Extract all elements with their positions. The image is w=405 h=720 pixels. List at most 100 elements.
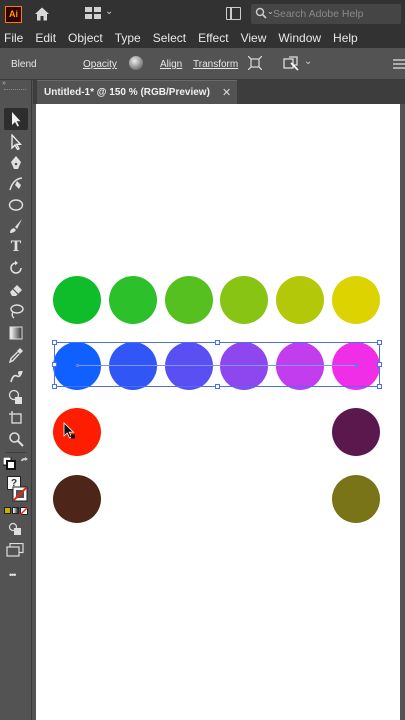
pen-nib-icon [11, 156, 21, 169]
transform-button[interactable]: Transform [193, 59, 238, 70]
paintbrush-icon [10, 219, 22, 233]
panel-grip[interactable] [4, 89, 26, 93]
menu-effect[interactable]: Effect [198, 31, 228, 45]
menu-window[interactable]: Window [278, 31, 321, 45]
toolbar-divider [6, 452, 26, 453]
control-bar: Blend Opacity Align Transform ⌄ [0, 48, 405, 80]
stroke-none-swatch[interactable] [12, 486, 28, 502]
shape-builder-icon[interactable] [283, 55, 299, 71]
bounding-box-handle[interactable] [52, 340, 57, 345]
menu-view[interactable]: View [241, 31, 267, 45]
tools-panel: » T ? ••• [0, 80, 32, 720]
shape-builder-tool[interactable] [4, 386, 28, 408]
bounding-box-handle[interactable] [215, 384, 220, 389]
title-bar: Ai ⌄ ⌄ [0, 0, 405, 28]
eyedropper-tool[interactable] [4, 344, 28, 366]
swap-fill-stroke-icon[interactable] [20, 457, 30, 467]
lasso-tool[interactable] [4, 300, 28, 322]
direct-selection-tool[interactable] [4, 131, 28, 153]
circle-row1-2[interactable] [109, 276, 157, 324]
menu-bar: File Edit Object Type Select Effect View… [0, 28, 405, 48]
curvature-tool[interactable] [4, 173, 28, 195]
menu-edit[interactable]: Edit [35, 31, 56, 45]
blend-anchor-point[interactable] [76, 364, 79, 367]
color-mode-button[interactable] [4, 507, 11, 514]
direct-selection-arrow-icon [11, 134, 22, 150]
recolor-artwork-icon[interactable] [129, 56, 143, 70]
chevron-down-icon[interactable]: ⌄ [105, 6, 113, 17]
circle-row1-1[interactable] [53, 276, 101, 324]
canvas-area[interactable] [33, 104, 405, 720]
ellipse-tool[interactable] [4, 194, 28, 216]
rotate-tool[interactable] [4, 257, 28, 279]
panel-menu-icon[interactable] [393, 58, 405, 70]
artboard[interactable] [36, 104, 400, 720]
blend-spine-path [77, 365, 357, 366]
pen-tool[interactable] [4, 152, 28, 174]
opacity-button[interactable]: Opacity [83, 59, 117, 70]
bounding-box-handle[interactable] [377, 384, 382, 389]
rotate-icon [10, 260, 22, 274]
screen-mode-icon[interactable] [6, 543, 24, 557]
eraser-icon [10, 285, 22, 296]
bounding-box-handle[interactable] [215, 340, 220, 345]
none-mode-button[interactable] [20, 507, 28, 515]
illustrator-window: Ai ⌄ ⌄ File Edit Object Type Select Effe… [0, 0, 405, 720]
circle-row1-6[interactable] [332, 276, 380, 324]
circle-row1-4[interactable] [220, 276, 268, 324]
draw-mode-icon[interactable] [8, 522, 22, 536]
home-icon[interactable] [33, 5, 51, 23]
zoom-tool[interactable] [4, 428, 28, 450]
document-tab-title: Untitled-1* @ 150 % (RGB/Preview) [44, 87, 210, 98]
selection-cursor-icon [63, 422, 75, 439]
app-logo: Ai [5, 6, 22, 23]
menu-help[interactable]: Help [333, 31, 358, 45]
menu-object[interactable]: Object [68, 31, 103, 45]
default-fill-stroke-icon[interactable] [3, 457, 16, 470]
search-help-box[interactable]: ⌄ [251, 4, 401, 24]
circle-row1-3[interactable] [165, 276, 213, 324]
type-t-icon: T [10, 239, 22, 255]
gradient-mode-button[interactable] [12, 507, 19, 514]
gradient-icon [9, 326, 23, 340]
arrange-documents-icon[interactable] [226, 7, 241, 20]
circle-row3-right[interactable] [332, 408, 380, 456]
edit-toolbar-more-icon[interactable]: ••• [9, 570, 17, 580]
paintbrush-tool[interactable] [4, 215, 28, 237]
chevron-down-icon[interactable]: ⌄ [304, 56, 312, 67]
bounding-box-handle[interactable] [52, 384, 57, 389]
circle-row4-right[interactable] [332, 475, 380, 523]
search-input[interactable] [273, 7, 398, 21]
zoom-magnifier-icon [9, 432, 24, 447]
menu-select[interactable]: Select [153, 31, 186, 45]
circle-row4-left[interactable] [53, 475, 101, 523]
isolate-group-icon[interactable] [248, 56, 262, 70]
bounding-box-handle[interactable] [52, 362, 57, 367]
bounding-box-handle[interactable] [377, 340, 382, 345]
bounding-box-handle[interactable] [377, 362, 382, 367]
blend-anchor-point[interactable] [355, 364, 358, 367]
menu-type[interactable]: Type [115, 31, 141, 45]
align-button[interactable]: Align [160, 59, 182, 70]
selection-tool[interactable] [4, 108, 28, 130]
puppet-warp-tool[interactable] [4, 365, 28, 387]
shape-builder-tool-icon [8, 389, 22, 404]
puppet-warp-icon [10, 370, 23, 383]
close-icon[interactable]: ✕ [222, 86, 231, 99]
lasso-icon [10, 304, 24, 319]
artboard-icon [9, 411, 22, 424]
artboard-tool[interactable] [4, 407, 28, 429]
collapse-panel-icon[interactable]: » [2, 80, 6, 87]
eraser-tool[interactable] [4, 279, 28, 301]
type-tool[interactable]: T [4, 236, 28, 258]
document-tab[interactable]: Untitled-1* @ 150 % (RGB/Preview) ✕ [37, 80, 237, 104]
workspace-layout-icon[interactable] [85, 7, 101, 19]
gradient-tool[interactable] [4, 322, 28, 344]
ellipse-icon [8, 199, 24, 211]
circle-row1-5[interactable] [276, 276, 324, 324]
curvature-pen-icon [9, 177, 23, 191]
selection-arrow-icon [12, 112, 21, 127]
menu-file[interactable]: File [4, 31, 23, 45]
document-tab-bar: Untitled-1* @ 150 % (RGB/Preview) ✕ [33, 80, 405, 104]
blend-label: Blend [11, 59, 37, 70]
